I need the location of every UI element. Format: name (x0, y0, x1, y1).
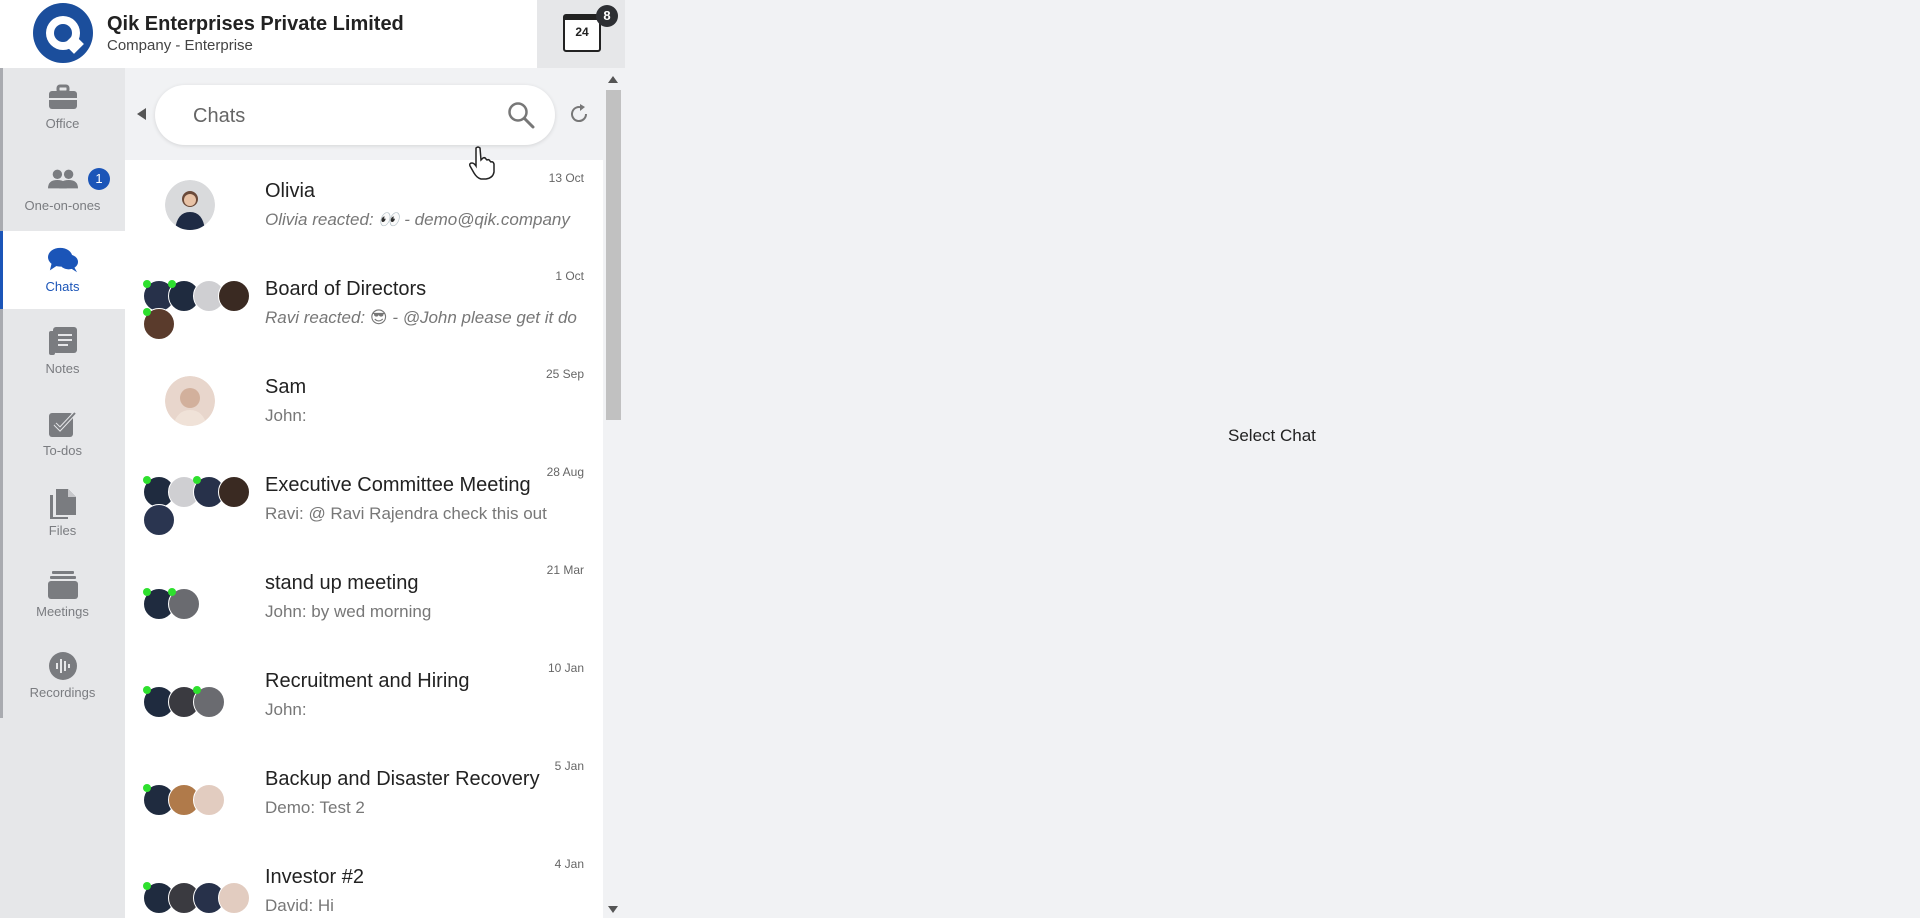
app-header: Qik Enterprises Private Limited Company … (0, 0, 537, 68)
chat-date: 1 Oct (555, 269, 584, 283)
chat-item-olivia[interactable]: 13 Oct Olivia Olivia reacted: 👀 - demo@q… (125, 160, 603, 258)
nav-label-meetings: Meetings (36, 603, 89, 619)
chat-date: 25 Sep (545, 367, 584, 381)
chat-date: 28 Aug (546, 465, 584, 479)
chat-item-recruitment-and-hiring[interactable]: 10 Jan Recruitment and Hiring John: (125, 650, 603, 748)
nav-item-office[interactable]: Office (0, 68, 125, 146)
chat-preview: Ravi: @ Ravi Rajendra check this out (265, 504, 547, 523)
chats-unread-badge: 1 (88, 168, 110, 190)
chat-title: Backup and Disaster Recovery (265, 768, 540, 790)
chat-item-board-of-directors[interactable]: 1 Oct Board of Directors Ravi reacted: 😎… (125, 258, 603, 356)
chat-date: 21 Mar (546, 563, 584, 577)
company-logo[interactable] (33, 3, 93, 63)
nav-item-recordings[interactable]: Recordings (0, 637, 125, 715)
refresh-icon[interactable] (567, 102, 591, 126)
scroll-down-arrow-icon[interactable] (608, 906, 618, 913)
chat-title: Investor #2 (265, 866, 364, 888)
chat-date: 13 Oct (548, 171, 584, 185)
chat-bubbles-icon (47, 247, 78, 273)
collapse-panel-icon[interactable] (137, 108, 146, 120)
avatar (165, 376, 215, 426)
nav-label-recordings: Recordings (29, 684, 96, 700)
scroll-up-arrow-icon[interactable] (608, 76, 618, 83)
chat-item-stand-up-meeting[interactable]: 21 Mar stand up meeting John: by wed mor… (125, 552, 603, 650)
chat-search-input[interactable] (191, 99, 495, 133)
chat-item-sam[interactable]: 25 Sep Sam John: (125, 356, 603, 454)
people-icon (47, 166, 78, 192)
avatar (165, 180, 215, 230)
files-icon (48, 488, 78, 519)
recordings-icon (48, 651, 78, 680)
search-icon[interactable] (507, 101, 535, 129)
calendar-icon[interactable]: 24 (563, 14, 601, 52)
chat-preview: Demo: Test 2 (265, 798, 365, 817)
chat-search-box (155, 85, 555, 145)
meetings-icon (47, 570, 78, 599)
nav-label-office: Office (45, 115, 80, 131)
company-type: Company - Enterprise (107, 37, 253, 54)
chat-preview: Ravi reacted: 😎 - @John please get it do (265, 308, 577, 327)
chat-preview: Olivia reacted: 👀 - demo@qik.company (265, 210, 570, 229)
chat-date: 4 Jan (554, 857, 584, 871)
nav-item-notes[interactable]: Notes (0, 313, 125, 391)
notes-icon (48, 326, 78, 355)
nav-item-meetings[interactable]: Meetings (0, 556, 125, 634)
chat-title: Olivia (265, 180, 316, 202)
chat-item-backup-and-disaster-recovery[interactable]: 5 Jan Backup and Disaster Recovery Demo:… (125, 748, 603, 846)
chat-preview: David: Hi (265, 896, 334, 915)
nav-label-files: Files (48, 522, 77, 538)
nav-label-one-on-ones: One-on-ones (24, 197, 101, 213)
select-chat-message: Select Chat (1228, 426, 1316, 445)
chat-date: 5 Jan (554, 759, 584, 773)
nav-label-todos: To-dos (42, 442, 83, 458)
chat-preview: John: by wed morning (265, 602, 432, 621)
scrollbar-thumb[interactable] (606, 90, 621, 420)
briefcase-icon (48, 84, 78, 110)
chat-title: Recruitment and Hiring (265, 670, 470, 692)
chat-title: stand up meeting (265, 572, 419, 594)
hand-cursor-icon (469, 146, 495, 180)
nav-item-one-on-ones[interactable]: One-on-ones (0, 150, 125, 228)
chat-item-executive-committee[interactable]: 28 Aug Executive Committee Meeting Ravi:… (125, 454, 603, 552)
company-name[interactable]: Qik Enterprises Private Limited (107, 13, 404, 36)
nav-label-notes: Notes (45, 360, 80, 376)
chat-title: Board of Directors (265, 278, 427, 300)
nav-item-files[interactable]: Files (0, 475, 125, 553)
chat-title: Sam (265, 376, 307, 398)
chat-item-investor-2[interactable]: 4 Jan Investor #2 David: Hi (125, 846, 603, 918)
chat-date: 10 Jan (547, 661, 584, 675)
checkbox-icon (48, 411, 78, 437)
chat-preview: John: (265, 700, 307, 719)
nav-label-chats: Chats (45, 278, 80, 294)
chat-title: Executive Committee Meeting (265, 474, 531, 496)
chat-preview: John: (265, 406, 307, 425)
nav-item-todos[interactable]: To-dos (0, 395, 125, 473)
calendar-badge: 8 (596, 5, 618, 27)
nav-item-chats[interactable]: Chats (0, 231, 125, 309)
